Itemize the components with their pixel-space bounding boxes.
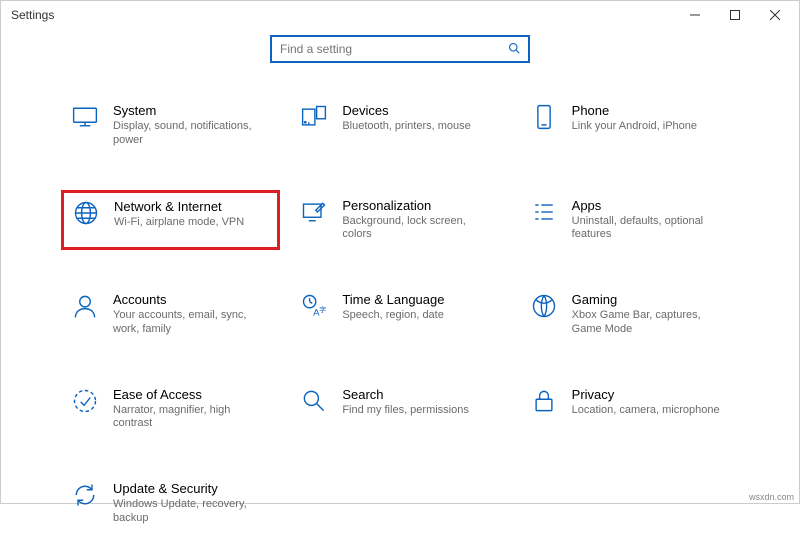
tile-desc: Display, sound, notifications, power (113, 120, 263, 148)
footer-watermark: wsxdn.com (749, 492, 794, 502)
update-icon (71, 481, 99, 509)
search-input[interactable] (280, 42, 508, 56)
tile-desc: Bluetooth, printers, mouse (342, 120, 470, 134)
display-icon (71, 103, 99, 131)
tile-time-language[interactable]: A字 Time & Language Speech, region, date (290, 284, 509, 345)
tile-title: Phone (572, 103, 697, 118)
time-language-icon: A字 (300, 292, 328, 320)
tile-desc: Location, camera, microphone (572, 404, 720, 418)
minimize-button[interactable] (675, 1, 715, 29)
tile-network[interactable]: Network & Internet Wi-Fi, airplane mode,… (61, 190, 280, 251)
tile-title: Time & Language (342, 292, 444, 307)
tile-title: Update & Security (113, 481, 263, 496)
tile-desc: Speech, region, date (342, 309, 444, 323)
tile-devices[interactable]: Devices Bluetooth, printers, mouse (290, 95, 509, 156)
apps-icon (530, 198, 558, 226)
search-wrap (1, 29, 799, 65)
tile-accounts[interactable]: Accounts Your accounts, email, sync, wor… (61, 284, 280, 345)
account-icon (71, 292, 99, 320)
svg-text:字: 字 (320, 305, 327, 314)
tile-phone[interactable]: Phone Link your Android, iPhone (520, 95, 739, 156)
tile-desc: Windows Update, recovery, backup (113, 498, 263, 526)
settings-grid: System Display, sound, notifications, po… (1, 65, 799, 544)
tile-desc: Wi-Fi, airplane mode, VPN (114, 216, 244, 230)
tile-gaming[interactable]: Gaming Xbox Game Bar, captures, Game Mod… (520, 284, 739, 345)
tile-title: System (113, 103, 263, 118)
tile-title: Network & Internet (114, 199, 244, 214)
tile-title: Search (342, 387, 469, 402)
tile-search[interactable]: Search Find my files, permissions (290, 379, 509, 440)
search-icon (508, 42, 520, 57)
privacy-icon (530, 387, 558, 415)
tile-title: Accounts (113, 292, 263, 307)
window-controls (675, 1, 795, 29)
search-tile-icon (300, 387, 328, 415)
gaming-icon (530, 292, 558, 320)
search-box[interactable] (270, 35, 530, 63)
titlebar: Settings (1, 1, 799, 29)
tile-desc: Xbox Game Bar, captures, Game Mode (572, 309, 722, 337)
personalize-icon (300, 198, 328, 226)
tile-title: Apps (572, 198, 722, 213)
tile-privacy[interactable]: Privacy Location, camera, microphone (520, 379, 739, 440)
tile-personalization[interactable]: Personalization Background, lock screen,… (290, 190, 509, 251)
window-title: Settings (11, 8, 54, 22)
tile-ease-of-access[interactable]: Ease of Access Narrator, magnifier, high… (61, 379, 280, 440)
tile-system[interactable]: System Display, sound, notifications, po… (61, 95, 280, 156)
tile-desc: Narrator, magnifier, high contrast (113, 404, 263, 432)
globe-icon (72, 199, 100, 227)
tile-title: Gaming (572, 292, 722, 307)
tile-title: Ease of Access (113, 387, 263, 402)
ease-of-access-icon (71, 387, 99, 415)
tile-desc: Your accounts, email, sync, work, family (113, 309, 263, 337)
tile-desc: Background, lock screen, colors (342, 215, 492, 243)
close-button[interactable] (755, 1, 795, 29)
tile-desc: Link your Android, iPhone (572, 120, 697, 134)
tile-desc: Find my files, permissions (342, 404, 469, 418)
devices-icon (300, 103, 328, 131)
tile-desc: Uninstall, defaults, optional features (572, 215, 722, 243)
tile-apps[interactable]: Apps Uninstall, defaults, optional featu… (520, 190, 739, 251)
tile-update-security[interactable]: Update & Security Windows Update, recove… (61, 473, 280, 534)
maximize-button[interactable] (715, 1, 755, 29)
phone-icon (530, 103, 558, 131)
settings-window: Settings Syst (0, 0, 800, 504)
tile-title: Personalization (342, 198, 492, 213)
tile-title: Privacy (572, 387, 720, 402)
tile-title: Devices (342, 103, 470, 118)
